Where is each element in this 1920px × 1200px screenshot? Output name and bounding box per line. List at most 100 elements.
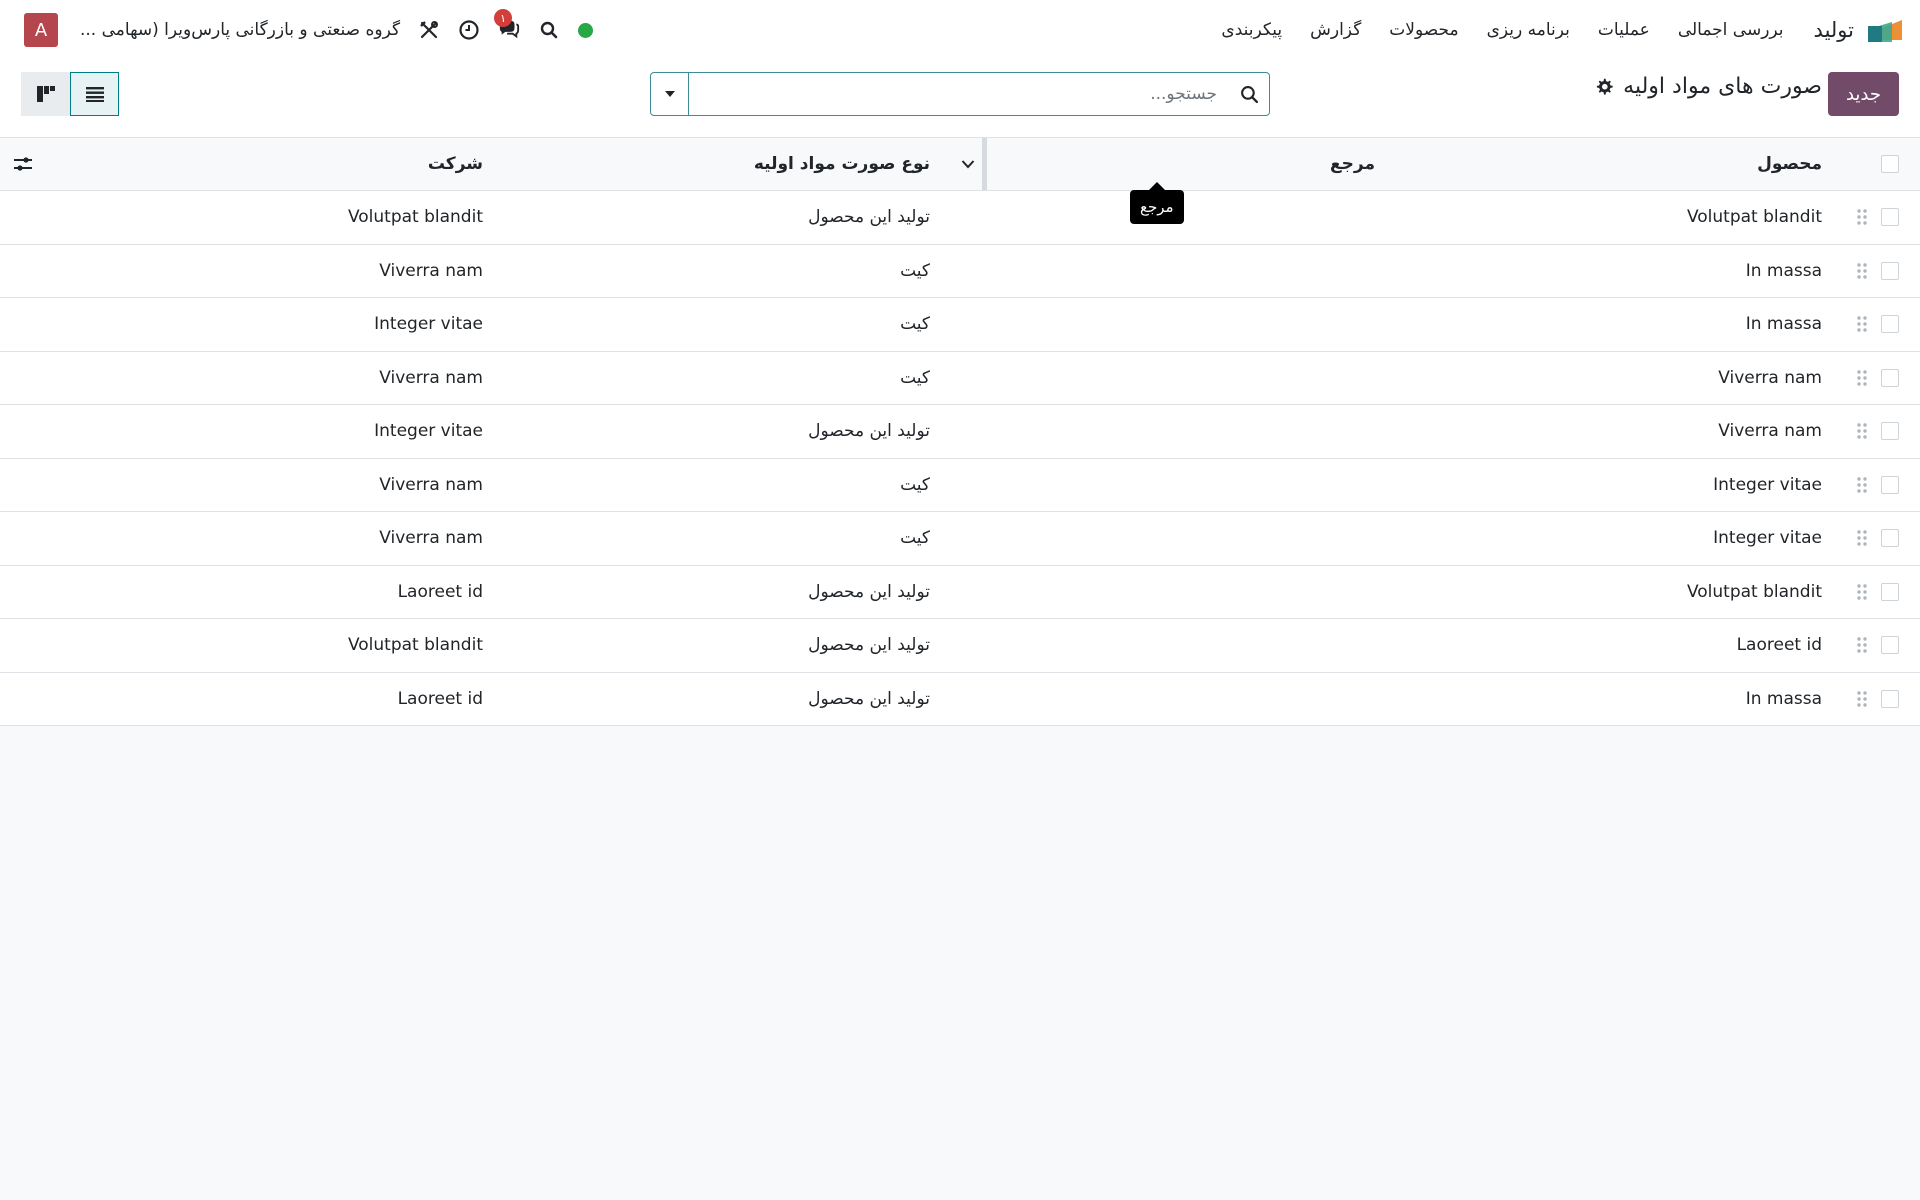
drag-handle-icon[interactable]	[1852, 191, 1872, 244]
cell-bom-type: کیت	[900, 528, 930, 549]
table-row[interactable]: In massa کیت Viverra nam	[0, 244, 1920, 298]
column-header-bom-type[interactable]: نوع صورت مواد اولیه	[754, 138, 930, 190]
row-checkbox[interactable]	[1875, 619, 1905, 672]
drag-handle-icon[interactable]	[1852, 352, 1872, 405]
cell-product: In massa	[1745, 688, 1822, 709]
search-input[interactable]	[689, 73, 1229, 115]
messaging-icon[interactable]: ۱	[494, 9, 520, 41]
cell-bom-type: کیت	[900, 260, 930, 281]
menu-item-overview[interactable]: بررسی اجمالی	[1678, 20, 1784, 40]
cell-product: Volutpat blandit	[1686, 207, 1822, 228]
cell-bom-type: کیت	[900, 474, 930, 495]
cell-bom-type: تولید این محصول	[808, 421, 930, 442]
main-menu: تولید بررسی اجمالی عملیات برنامه ریزی مح…	[1193, 0, 1902, 60]
company-switcher[interactable]: گروه صنعتی و بازرگانی پارس‌ویرا (سهامی .…	[80, 20, 400, 40]
cell-company: Laoreet id	[397, 581, 483, 602]
row-checkbox[interactable]	[1875, 566, 1905, 619]
cell-product: Integer vitae	[1713, 474, 1822, 495]
new-button[interactable]: جدید	[1828, 72, 1899, 116]
row-checkbox[interactable]	[1875, 298, 1905, 351]
chevron-down-icon[interactable]	[958, 138, 978, 190]
column-resize-handle[interactable]	[982, 138, 987, 190]
cell-bom-type: تولید این محصول	[808, 635, 930, 656]
chat-badge: ۱	[494, 9, 513, 27]
menu-item-planning[interactable]: برنامه ریزی	[1487, 20, 1570, 40]
column-tooltip: مرجع	[1130, 182, 1184, 224]
row-checkbox[interactable]	[1875, 673, 1905, 726]
row-checkbox[interactable]	[1875, 512, 1905, 565]
cell-product: Integer vitae	[1713, 528, 1822, 549]
menu-item-products[interactable]: محصولات	[1389, 20, 1458, 40]
column-header-reference[interactable]: مرجع	[1330, 138, 1375, 190]
optional-columns-icon[interactable]	[12, 138, 34, 190]
control-panel: جدید صورت های مواد اولیه	[0, 60, 1920, 138]
drag-handle-icon[interactable]	[1852, 245, 1872, 298]
debug-tools-icon[interactable]	[418, 19, 440, 41]
kanban-icon	[36, 86, 55, 102]
row-checkbox[interactable]	[1875, 245, 1905, 298]
page-title-text: صورت های مواد اولیه	[1623, 74, 1822, 99]
drag-handle-icon[interactable]	[1852, 566, 1872, 619]
search-icon	[1229, 73, 1269, 115]
cell-product: Viverra nam	[1718, 421, 1822, 442]
column-header-product[interactable]: محصول	[1757, 138, 1822, 190]
cell-bom-type: تولید این محصول	[808, 207, 930, 228]
cell-company: Laoreet id	[397, 688, 483, 709]
cell-company: Integer vitae	[374, 421, 483, 442]
kanban-view-button[interactable]	[21, 72, 70, 116]
table-row[interactable]: Viverra nam کیت Viverra nam	[0, 351, 1920, 405]
column-header-company[interactable]: شرکت	[428, 138, 483, 190]
table-row[interactable]: Volutpat blandit تولید این محصول Laoreet…	[0, 565, 1920, 619]
row-checkbox[interactable]	[1875, 405, 1905, 458]
avatar[interactable]: A	[24, 13, 58, 47]
view-switcher	[21, 72, 119, 116]
app-logo-icon[interactable]	[1866, 18, 1902, 42]
cell-bom-type: تولید این محصول	[808, 581, 930, 602]
caret-down-icon	[664, 91, 675, 97]
row-checkbox[interactable]	[1875, 459, 1905, 512]
cell-company: Integer vitae	[374, 314, 483, 335]
cell-product: In massa	[1745, 314, 1822, 335]
menu-item-operations[interactable]: عملیات	[1598, 20, 1650, 40]
drag-handle-icon[interactable]	[1852, 512, 1872, 565]
search-options-toggle[interactable]	[651, 73, 689, 115]
bom-list-table: محصول مرجع نوع صورت مواد اولیه شرکت Volu…	[0, 138, 1920, 726]
cell-product: In massa	[1745, 260, 1822, 281]
app-name[interactable]: تولید	[1814, 18, 1854, 42]
row-checkbox[interactable]	[1875, 352, 1905, 405]
table-row[interactable]: Volutpat blandit تولید این محصول Volutpa…	[0, 191, 1920, 245]
table-row[interactable]: In massa تولید این محصول Laoreet id	[0, 672, 1920, 726]
presence-status-icon	[578, 22, 594, 38]
gear-icon[interactable]	[1595, 78, 1613, 96]
table-row[interactable]: Laoreet id تولید این محصول Volutpat blan…	[0, 619, 1920, 673]
table-row[interactable]: In massa کیت Integer vitae	[0, 298, 1920, 352]
top-navbar: تولید بررسی اجمالی عملیات برنامه ریزی مح…	[0, 0, 1920, 60]
list-view-button[interactable]	[70, 72, 119, 116]
menu-item-configuration[interactable]: پیکربندی	[1221, 20, 1282, 40]
table-row[interactable]: Viverra nam تولید این محصول Integer vita…	[0, 405, 1920, 459]
drag-handle-icon[interactable]	[1852, 673, 1872, 726]
cell-product: Laoreet id	[1736, 635, 1822, 656]
select-all-checkbox[interactable]	[1875, 138, 1905, 190]
cell-company: Viverra nam	[379, 474, 483, 495]
search-icon[interactable]	[538, 19, 560, 41]
cell-company: Volutpat blandit	[347, 635, 483, 656]
table-row[interactable]: Integer vitae کیت Viverra nam	[0, 512, 1920, 566]
menu-item-reporting[interactable]: گزارش	[1310, 20, 1361, 40]
page-title: صورت های مواد اولیه	[1595, 74, 1822, 99]
cell-company: Viverra nam	[379, 367, 483, 388]
table-row[interactable]: Integer vitae کیت Viverra nam	[0, 458, 1920, 512]
drag-handle-icon[interactable]	[1852, 619, 1872, 672]
cell-product: Volutpat blandit	[1686, 581, 1822, 602]
cell-bom-type: تولید این محصول	[808, 688, 930, 709]
systray: A گروه صنعتی و بازرگانی پارس‌ویرا (سهامی…	[24, 0, 594, 60]
cell-bom-type: کیت	[900, 367, 930, 388]
activity-clock-icon[interactable]	[458, 19, 480, 41]
cell-company: Viverra nam	[379, 260, 483, 281]
drag-handle-icon[interactable]	[1852, 459, 1872, 512]
row-checkbox[interactable]	[1875, 191, 1905, 244]
drag-handle-icon[interactable]	[1852, 298, 1872, 351]
cell-company: Viverra nam	[379, 528, 483, 549]
drag-handle-icon[interactable]	[1852, 405, 1872, 458]
table-header: محصول مرجع نوع صورت مواد اولیه شرکت	[0, 138, 1920, 191]
